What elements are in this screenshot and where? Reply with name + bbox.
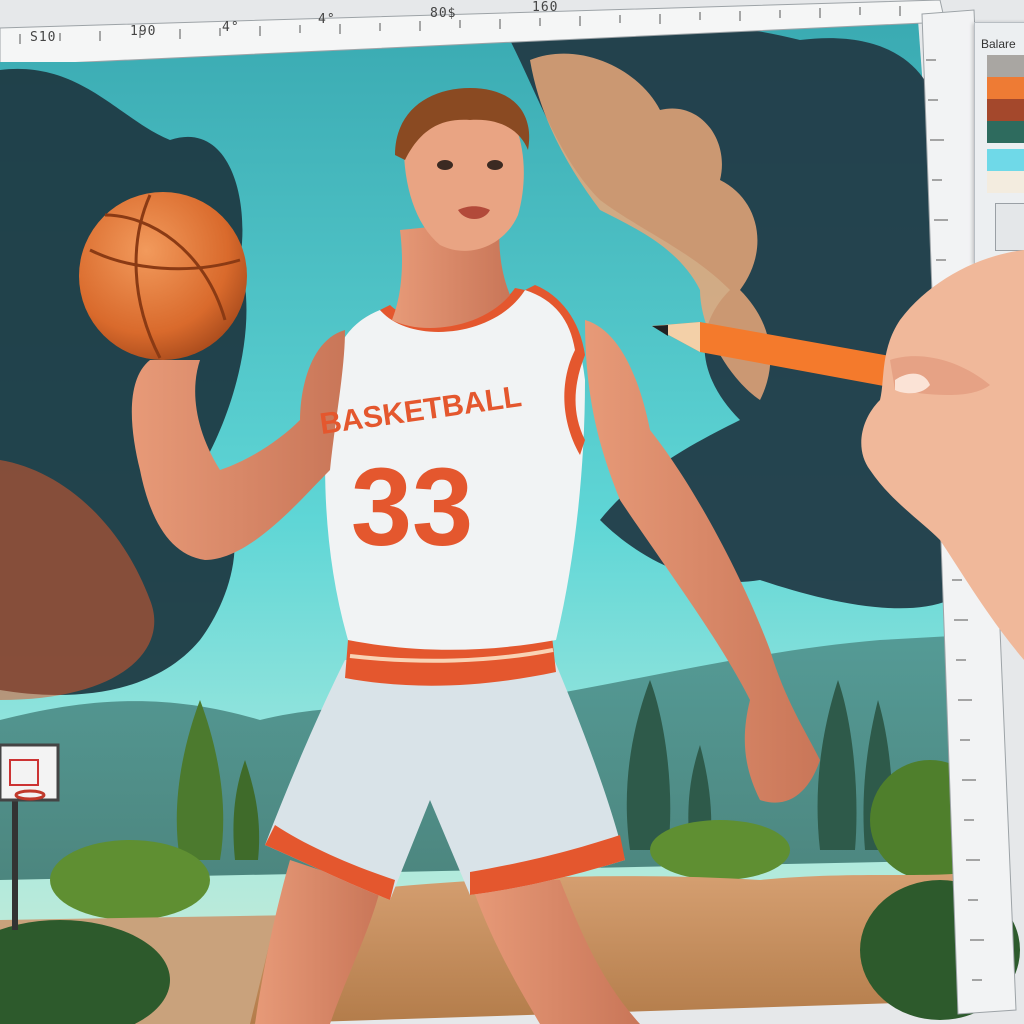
swatch-rust[interactable] (987, 99, 1024, 121)
swatch-cyan[interactable] (987, 149, 1024, 171)
jersey-number: 33 (351, 446, 473, 569)
ruler-label: 190 (130, 24, 157, 39)
basketball-ball (79, 192, 247, 360)
ruler-label: 160 (532, 0, 559, 15)
swatch-cream[interactable] (987, 171, 1024, 193)
ruler-label: 4° (318, 12, 336, 27)
ruler-label: S10 (30, 30, 57, 45)
swatch-orange[interactable] (987, 77, 1024, 99)
drawing-workspace: BASKETBALL 33 S10 190 4° 4° 80$ 160 Bala… (0, 0, 1024, 1024)
swatch-teal[interactable] (987, 121, 1024, 143)
ruler-label: 80$ (430, 6, 457, 21)
color-palette-panel: Balare (974, 22, 1024, 264)
ruler-label: 4° (222, 20, 240, 35)
drawing-canvas[interactable]: BASKETBALL 33 (0, 0, 1024, 1024)
palette-title: Balare (981, 37, 1016, 51)
ruler-top[interactable]: S10 190 4° 4° 80$ 160 (0, 0, 1024, 62)
current-color-preview[interactable] (995, 203, 1024, 251)
swatch-gray[interactable] (987, 55, 1024, 77)
